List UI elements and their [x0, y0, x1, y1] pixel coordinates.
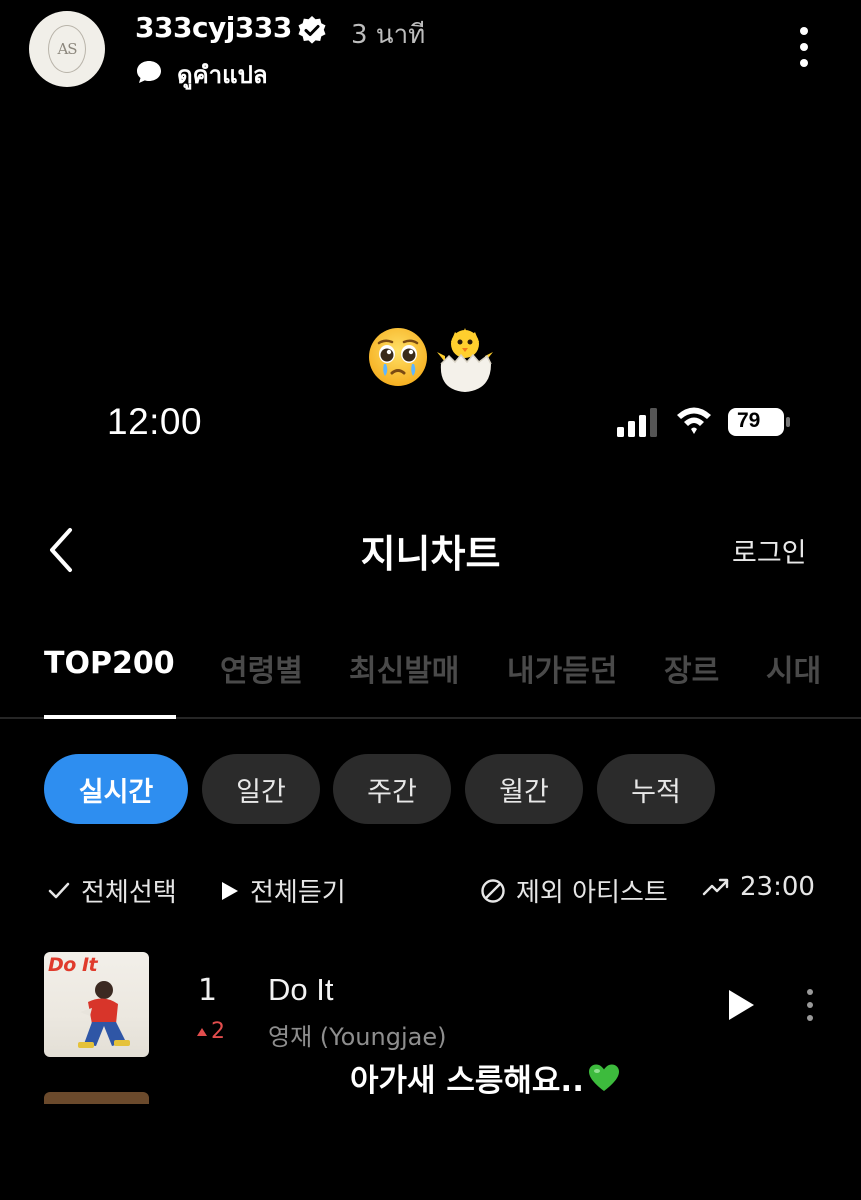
tab-top200[interactable]: TOP200	[44, 646, 175, 681]
select-all-label: 전체선택	[81, 878, 177, 908]
play-song-icon[interactable]	[726, 988, 756, 1022]
rank-up-icon	[197, 1027, 207, 1036]
tab-era[interactable]: 시대	[766, 646, 821, 690]
song-more-options-icon[interactable]	[804, 987, 816, 1023]
hatching-chick-emoji	[437, 328, 493, 392]
green-heart-emoji	[589, 1064, 619, 1091]
tab-my-listening[interactable]: 내가듣던	[507, 646, 617, 690]
checkmark-icon	[48, 882, 70, 898]
period-chip-realtime[interactable]: 실시간	[44, 754, 188, 824]
play-icon	[222, 881, 238, 900]
profile-avatar[interactable]: AS	[29, 11, 105, 87]
block-icon	[481, 878, 505, 903]
period-chip-weekly[interactable]: 주간	[333, 754, 451, 824]
album-cover[interactable]: Do It	[44, 952, 149, 1057]
chart-rank: 1	[198, 973, 218, 1008]
see-translation-link[interactable]: ดูคำแปล	[177, 55, 268, 94]
login-button[interactable]: 로그인	[732, 531, 807, 570]
trend-up-icon	[702, 878, 729, 896]
exclude-artist-label: 제외 아티스트	[516, 878, 668, 908]
select-all-button[interactable]: 전체선택	[47, 872, 177, 909]
verified-badge-icon	[298, 16, 326, 44]
speech-bubble-icon	[137, 61, 161, 83]
story-username[interactable]: 333cyj333	[135, 11, 292, 44]
avatar-logo: AS	[48, 25, 86, 73]
tab-by-age[interactable]: 연령별	[220, 646, 303, 690]
next-album-cover[interactable]	[44, 1092, 149, 1104]
rank-change-value: 2	[211, 1019, 225, 1044]
active-tab-indicator	[44, 715, 176, 719]
play-all-label: 전체듣기	[250, 878, 346, 908]
song-title[interactable]: Do It	[268, 972, 333, 1008]
pleading-face-emoji	[369, 328, 427, 386]
period-chip-monthly[interactable]: 월간	[465, 754, 583, 824]
play-all-button[interactable]: 전체듣기	[220, 872, 346, 909]
period-chip-cumulative[interactable]: 누적	[597, 754, 715, 824]
battery-indicator: 79	[727, 407, 791, 437]
chart-time-indicator: 23:00	[702, 872, 815, 902]
story-caption: 아가새 스릉해요..	[350, 1055, 620, 1100]
period-chip-daily[interactable]: 일간	[202, 754, 320, 824]
story-caption-text: 아가새 스릉해요..	[350, 1063, 584, 1099]
exclude-artist-button[interactable]: 제외 아티스트	[480, 872, 668, 909]
tab-latest-release[interactable]: 최신발매	[349, 646, 459, 690]
more-options-icon[interactable]	[798, 26, 810, 68]
wifi-icon	[677, 407, 711, 434]
story-time-ago: 3 นาที	[351, 20, 426, 50]
battery-percent: 79	[737, 409, 761, 432]
album-cover-figure	[78, 981, 130, 1048]
cellular-signal-icon	[617, 408, 657, 437]
rank-change: 2	[196, 1019, 225, 1044]
chart-time: 23:00	[740, 872, 815, 902]
song-artist[interactable]: 영재 (Youngjae)	[268, 1017, 446, 1052]
status-clock: 12:00	[107, 401, 203, 442]
tab-genre[interactable]: 장르	[664, 646, 719, 690]
